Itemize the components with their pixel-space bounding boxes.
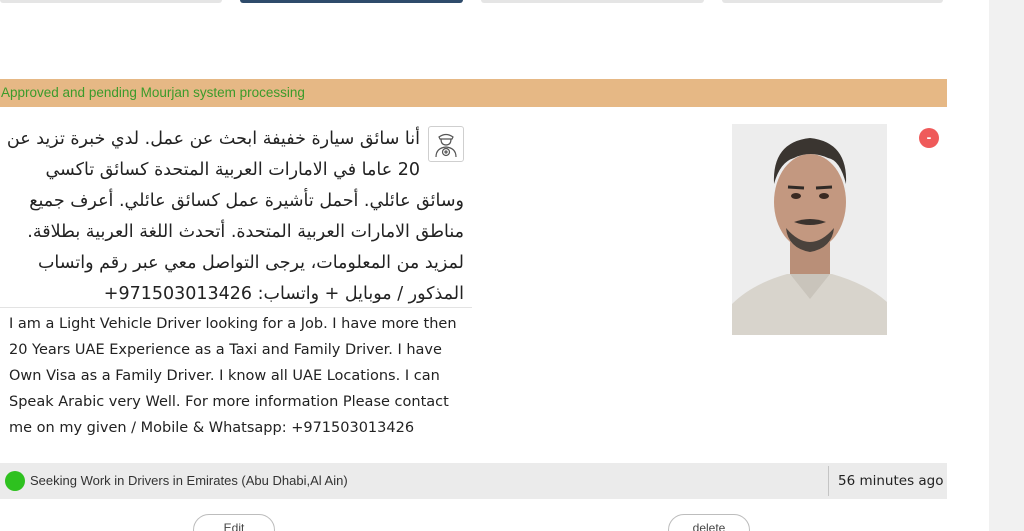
arabic-description: أنا سائق سيارة خفيفة ابحث عن عمل. لدي خب… (6, 129, 464, 304)
top-button-1[interactable] (0, 0, 222, 3)
page: Approved and pending Mourjan system proc… (0, 0, 1024, 531)
footer-separator (828, 466, 829, 496)
time-ago: 56 minutes ago (838, 473, 944, 489)
approval-status-bar: Approved and pending Mourjan system proc… (0, 79, 947, 107)
status-dot-icon (5, 471, 25, 491)
remove-button[interactable]: - (919, 128, 939, 148)
top-button-3[interactable] (481, 0, 704, 3)
ad-text-arabic: أنا سائق سيارة خفيفة ابحث عن عمل. لدي خب… (0, 124, 470, 310)
delete-button[interactable]: delete (668, 514, 750, 531)
right-scroll-area (989, 0, 1024, 531)
top-button-2[interactable] (240, 0, 463, 3)
ad-footer: Seeking Work in Drivers in Emirates (Abu… (0, 463, 947, 499)
driver-icon (428, 126, 464, 162)
edit-button[interactable]: Edit (193, 514, 275, 531)
seeking-category-link[interactable]: Seeking Work in Drivers in Emirates (Abu… (30, 463, 348, 499)
ad-text-english: I am a Light Vehicle Driver looking for … (9, 316, 457, 436)
profile-photo (732, 124, 887, 335)
top-button-4[interactable] (722, 0, 943, 3)
approval-status-text: Approved and pending Mourjan system proc… (1, 85, 305, 100)
divider (0, 307, 472, 308)
